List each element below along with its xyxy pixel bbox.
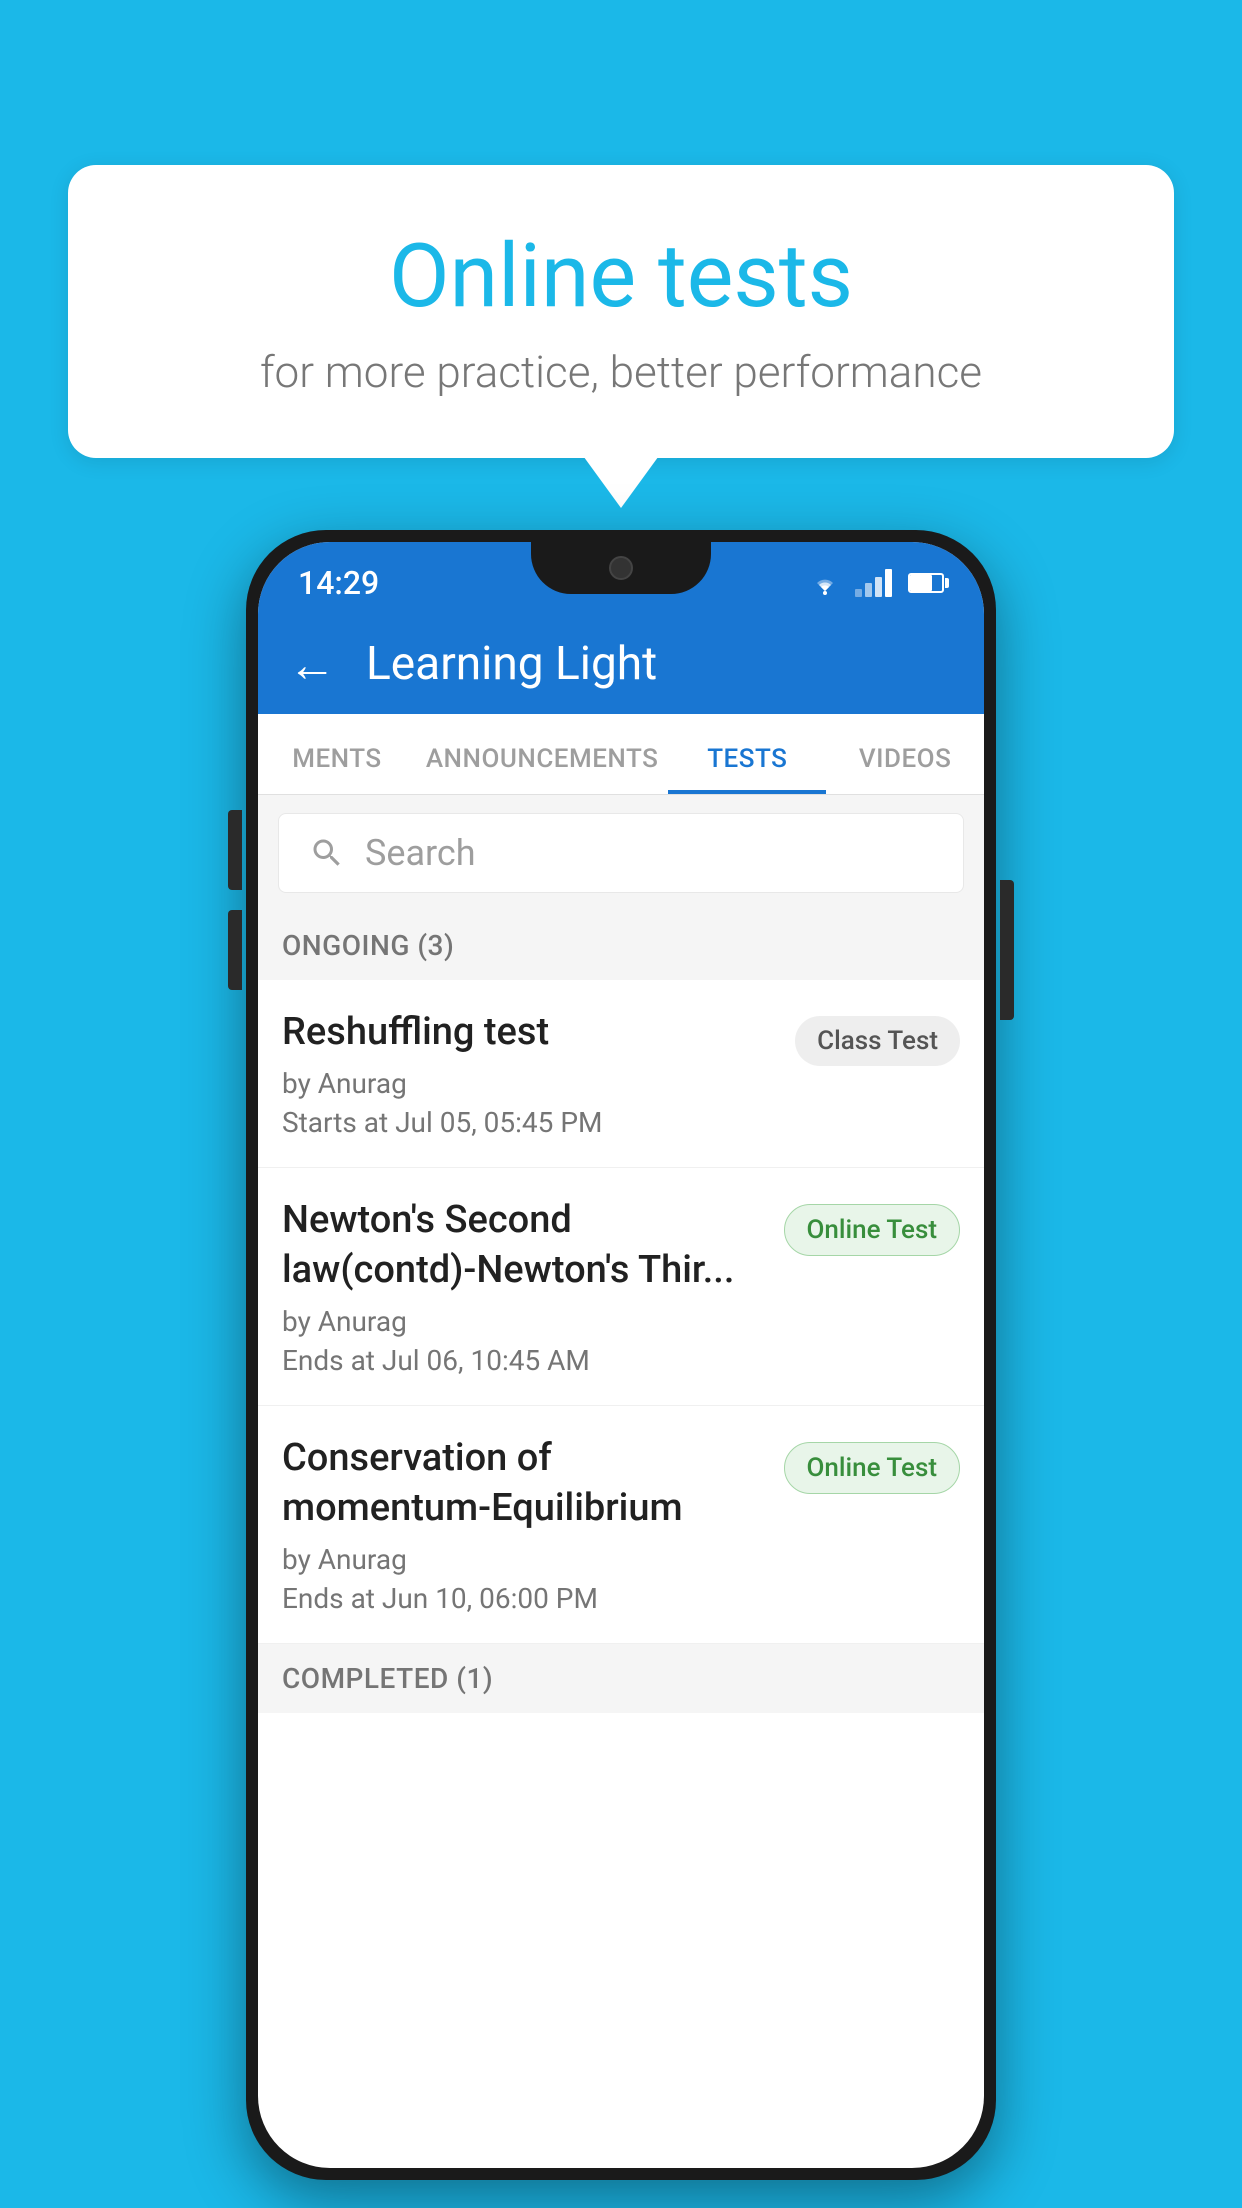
status-time: 14:29 — [298, 564, 379, 602]
test-info-newton: Newton's Second law(contd)-Newton's Thir… — [282, 1196, 764, 1377]
search-input[interactable]: Search — [365, 832, 476, 874]
test-info-conservation: Conservation of momentum-Equilibrium by … — [282, 1434, 764, 1615]
test-item-reshuffling[interactable]: Reshuffling test by Anurag Starts at Jul… — [258, 980, 984, 1168]
wifi-icon — [807, 569, 843, 597]
test-author-newton: by Anurag — [282, 1305, 764, 1338]
speech-bubble-title: Online tests — [148, 225, 1094, 328]
phone-side-button-vol-up — [228, 810, 242, 890]
ongoing-section-header: ONGOING (3) — [258, 911, 984, 980]
signal-icon — [855, 569, 892, 597]
test-date-conservation: Ends at Jun 10, 06:00 PM — [282, 1582, 764, 1615]
back-button[interactable]: ← — [288, 636, 336, 693]
phone-screen: 14:29 — [258, 542, 984, 2168]
speech-bubble-container: Online tests for more practice, better p… — [68, 165, 1174, 458]
test-date-reshuffling: Starts at Jul 05, 05:45 PM — [282, 1106, 775, 1139]
search-box[interactable]: Search — [278, 813, 964, 893]
completed-section-header: COMPLETED (1) — [258, 1644, 984, 1713]
tabs-bar: MENTS ANNOUNCEMENTS TESTS VIDEOS — [258, 714, 984, 795]
test-author-conservation: by Anurag — [282, 1543, 764, 1576]
phone-side-button-vol-down — [228, 910, 242, 990]
tab-announcements[interactable]: ANNOUNCEMENTS — [416, 714, 669, 794]
search-icon — [309, 835, 345, 871]
test-name-conservation: Conservation of momentum-Equilibrium — [282, 1434, 764, 1533]
test-badge-newton: Online Test — [784, 1204, 961, 1256]
speech-bubble-subtitle: for more practice, better performance — [148, 346, 1094, 398]
test-author-reshuffling: by Anurag — [282, 1067, 775, 1100]
test-name-reshuffling: Reshuffling test — [282, 1008, 775, 1057]
test-date-newton: Ends at Jul 06, 10:45 AM — [282, 1344, 764, 1377]
app-title: Learning Light — [366, 637, 657, 691]
front-camera — [609, 556, 633, 580]
test-badge-conservation: Online Test — [784, 1442, 961, 1494]
search-container: Search — [258, 795, 984, 911]
test-item-conservation[interactable]: Conservation of momentum-Equilibrium by … — [258, 1406, 984, 1644]
tab-tests[interactable]: TESTS — [668, 714, 826, 794]
phone-outer: 14:29 — [246, 530, 996, 2180]
test-badge-reshuffling: Class Test — [795, 1016, 960, 1066]
test-list: Reshuffling test by Anurag Starts at Jul… — [258, 980, 984, 1644]
phone-side-button-power — [1000, 880, 1014, 1020]
phone-notch — [531, 542, 711, 594]
tab-ments[interactable]: MENTS — [258, 714, 416, 794]
test-name-newton: Newton's Second law(contd)-Newton's Thir… — [282, 1196, 764, 1295]
tab-videos[interactable]: VIDEOS — [826, 714, 984, 794]
battery-icon — [908, 573, 944, 593]
test-item-newton[interactable]: Newton's Second law(contd)-Newton's Thir… — [258, 1168, 984, 1406]
app-header: ← Learning Light — [258, 614, 984, 714]
phone-container: 14:29 — [246, 530, 996, 2180]
speech-bubble: Online tests for more practice, better p… — [68, 165, 1174, 458]
status-icons — [807, 569, 944, 597]
test-info-reshuffling: Reshuffling test by Anurag Starts at Jul… — [282, 1008, 775, 1139]
